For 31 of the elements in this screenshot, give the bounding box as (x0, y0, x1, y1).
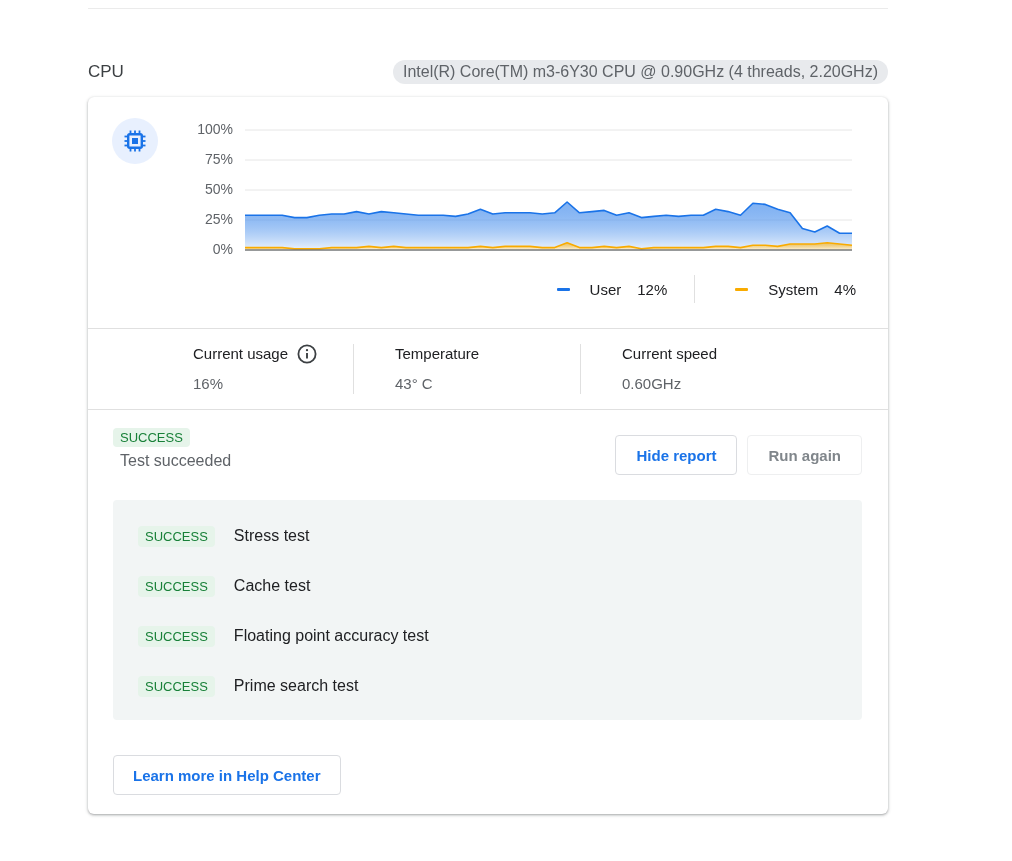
stat-label: Current usage (193, 344, 289, 364)
y-axis-label: 0% (212, 240, 233, 257)
stat-label: Current speed (622, 344, 718, 364)
result-message: Test succeeded (120, 451, 232, 471)
section-title: CPU (88, 62, 124, 82)
chip-icon (112, 118, 158, 164)
stat-value: 0.60GHz (622, 374, 682, 394)
legend-label: System (768, 280, 819, 298)
y-axis-label: 75% (204, 150, 233, 167)
info-icon[interactable] (297, 344, 318, 364)
status-badge: SUCCESS (113, 428, 190, 447)
stat-value: 16% (193, 374, 224, 394)
legend-value: 12% (637, 280, 668, 298)
y-axis-label: 50% (204, 180, 233, 197)
y-axis-label: 25% (204, 210, 233, 227)
legend-value: 4% (834, 280, 856, 298)
status-badge: SUCCESS (138, 525, 215, 547)
legend-label: User (589, 280, 622, 298)
stat-value: 43° C (395, 374, 433, 394)
status-badge: SUCCESS (138, 575, 215, 597)
y-axis-label: 100% (197, 120, 233, 137)
stat-label: Temperature (395, 344, 480, 364)
processor-chip: Intel(R) Core(TM) m3-6Y30 CPU @ 0.90GHz (4 threads, 2.20GHz) (392, 60, 888, 84)
status-badge: SUCCESS (138, 675, 215, 697)
action-button[interactable]: Hide report (615, 435, 738, 475)
test-name: Stress test (233, 527, 310, 545)
status-badge: SUCCESS (138, 625, 215, 647)
help-center-button[interactable]: Learn more in Help Center (113, 755, 341, 795)
test-name: Floating point accuracy test (233, 627, 429, 645)
test-name: Prime search test (233, 677, 359, 695)
test-name: Cache test (233, 577, 311, 595)
